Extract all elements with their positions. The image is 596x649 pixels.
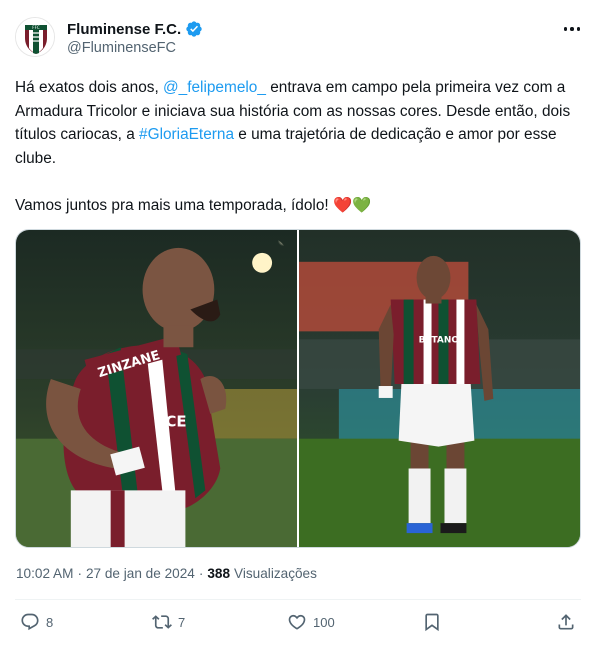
photo-1[interactable]: ZINZANE CE [16, 230, 297, 547]
svg-text:FFC: FFC [32, 25, 40, 30]
tweet-time[interactable]: 10:02 AM [16, 566, 73, 581]
retweet-count: 7 [178, 614, 186, 630]
verified-badge-icon [186, 21, 202, 37]
reply-icon [21, 613, 39, 631]
more-icon [563, 27, 568, 31]
author-name[interactable]: Fluminense F.C. [67, 21, 181, 38]
retweet-button[interactable]: 7 [152, 612, 185, 632]
meta-separator: · [77, 566, 82, 581]
media-grid: ZINZANE CE BETANO [15, 229, 581, 548]
share-icon [558, 614, 574, 630]
tweet-meta: 10:02 AM · 27 de jan de 2024 · 388 Visua… [16, 566, 317, 581]
like-count: 100 [313, 614, 335, 630]
divider [15, 599, 581, 600]
hashtag-link[interactable]: #GloriaEterna [139, 126, 234, 143]
views-label: Visualizações [234, 566, 317, 581]
retweet-icon [152, 615, 172, 629]
svg-text:CE: CE [165, 413, 186, 431]
tweet-text-segment: Vamos juntos pra mais uma temporada, ído… [15, 196, 333, 214]
author-handle[interactable]: @FluminenseFC [67, 40, 176, 56]
mention-link[interactable]: @_felipemelo_ [163, 79, 266, 96]
tweet: FFC Fluminense F.C. @FluminenseFC Há exa… [0, 0, 596, 649]
photo-2[interactable]: BETANO [299, 230, 580, 547]
reply-button[interactable]: 8 [20, 612, 53, 632]
tweet-paragraph-1: Há exatos dois anos, @_felipemelo_ entra… [15, 76, 585, 170]
author-row: Fluminense F.C. [67, 20, 203, 38]
share-button[interactable] [556, 612, 576, 632]
player-photo-fullbody: BETANO [299, 230, 580, 547]
tweet-paragraph-2: Vamos juntos pra mais uma temporada, ído… [15, 194, 585, 218]
tweet-date[interactable]: 27 de jan de 2024 [86, 566, 195, 581]
player-photo-closeup: ZINZANE CE [16, 230, 297, 547]
reply-count: 8 [46, 614, 54, 630]
views-count: 388 [207, 566, 231, 581]
svg-text:BETANO: BETANO [419, 335, 460, 345]
bookmark-button[interactable] [422, 612, 442, 632]
like-button[interactable]: 100 [287, 612, 335, 632]
more-options-button[interactable] [561, 20, 583, 38]
avatar[interactable]: FFC [15, 17, 55, 57]
heart-emojis: ❤️💚 [332, 196, 372, 214]
tweet-text: Há exatos dois anos, @_felipemelo_ entra… [15, 76, 585, 217]
meta-separator: · [198, 566, 204, 581]
fluminense-crest-icon: FFC [16, 18, 54, 56]
action-bar: 8 7 100 [15, 612, 581, 638]
tweet-text-segment: Há exatos dois anos, [15, 79, 164, 96]
like-icon [288, 614, 306, 630]
bookmark-icon [425, 613, 439, 632]
